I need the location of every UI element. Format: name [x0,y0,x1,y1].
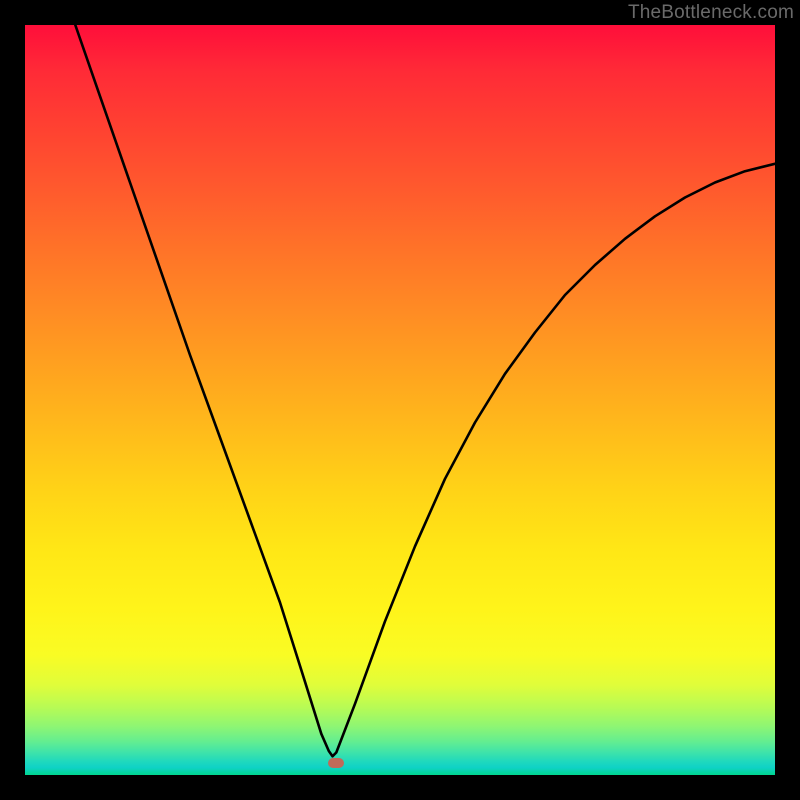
minimum-marker [328,758,344,768]
watermark-text: TheBottleneck.com [628,2,794,24]
chart-frame [25,25,775,775]
plot-gradient-background [25,25,775,775]
